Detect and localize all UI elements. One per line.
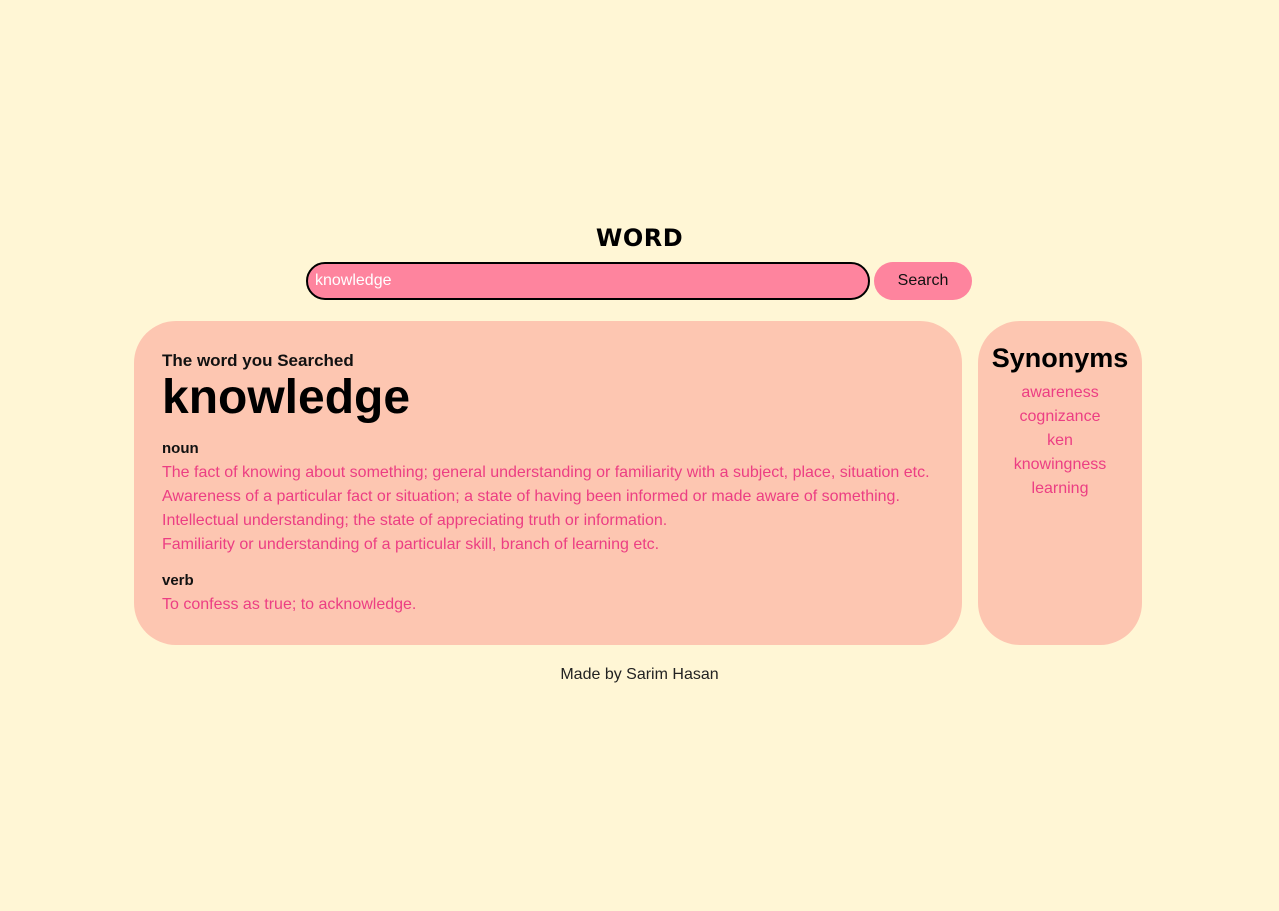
synonym-item[interactable]: cognizance xyxy=(978,405,1142,429)
synonym-item[interactable]: awareness xyxy=(978,381,1142,405)
searched-word: knowledge xyxy=(162,371,411,424)
searched-label: The word you Searched xyxy=(162,351,354,370)
definition-card: The word you Searched knowledge noun The… xyxy=(134,321,962,645)
meaning-item: Intellectual understanding; the state of… xyxy=(162,512,668,529)
pos-block-verb: verb To confess as true; to acknowledge. xyxy=(162,569,934,617)
synonym-item[interactable]: ken xyxy=(978,429,1142,453)
meaning-item: Familiarity or understanding of a partic… xyxy=(162,536,660,553)
synonyms-title: Synonyms xyxy=(991,343,1129,373)
synonym-item[interactable]: learning xyxy=(978,477,1142,501)
app-title: WORD xyxy=(595,224,684,252)
pos-label: noun xyxy=(162,440,199,457)
pos-block-noun: noun The fact of knowing about something… xyxy=(162,437,934,557)
synonym-item[interactable]: knowingness xyxy=(978,453,1142,477)
search-button[interactable]: Search xyxy=(874,262,972,300)
meaning-item: Awareness of a particular fact or situat… xyxy=(162,488,900,505)
search-bar: Search xyxy=(306,262,972,300)
pos-label: verb xyxy=(162,572,194,589)
meaning-item: To confess as true; to acknowledge. xyxy=(162,596,417,613)
footer-credit: Made by Sarim Hasan xyxy=(560,666,719,683)
meaning-item: The fact of knowing about something; gen… xyxy=(162,464,930,481)
synonyms-card: Synonyms awareness cognizance ken knowin… xyxy=(978,321,1142,645)
search-input[interactable] xyxy=(306,262,870,300)
